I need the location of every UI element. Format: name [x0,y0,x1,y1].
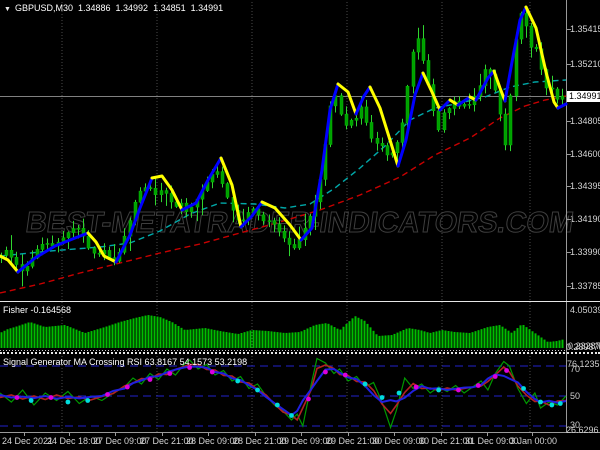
low-value: 1.34851 [153,3,186,13]
price-axis-label: 1.34395 [570,181,600,191]
price-axis-label: 1.33785 [570,281,600,291]
level-50-label: 50 [570,391,581,401]
price-axis-label: 1.34600 [570,149,600,159]
price-axis-label: 1.33990 [570,247,600,257]
time-axis-label: 29 Dec 09:00 [279,436,333,446]
fisher-indicator-window[interactable] [0,303,566,352]
level-70-label: 70 [570,364,581,374]
mt4-chart-window: ▼ GBPUSD,M30 1.34886 1.34992 1.34851 1.34991 … [0,0,600,450]
time-axis[interactable]: 24 Dec 2021 24 Dec 18:00 27 Dec 09:00 27 De… [0,435,600,450]
chart-ohlc-header: ▼ GBPUSD,M30 1.34886 1.34992 1.34851 1.34991 [4,3,228,13]
current-price-badge: 1.34991 [567,91,600,102]
price-axis-label: 1.35415 [570,24,600,34]
time-axis-label: 30 Dec 09:00 [372,436,426,446]
price-axis-label: 1.34805 [570,116,600,126]
watermark-text: BEST-METATRADER-INDICATORS.COM [23,207,576,240]
price-axis-label: 1.35210 [570,59,600,69]
fisher-min-label-overlap: 0.289876 [566,342,600,352]
fisher-max-label: 4.050394 [570,305,600,315]
window-separator[interactable] [0,301,600,302]
time-axis-label: 28 Dec 09:00 [186,436,240,446]
close-value: 1.34991 [190,3,224,13]
main-chart-window[interactable] [0,0,566,300]
fisher-title: Fisher -0.164568 [3,305,72,315]
symbol-dropdown-icon: ▼ [4,6,11,13]
open-value: 1.34886 [77,3,111,13]
signal-min-label: 26.6296 [566,425,599,435]
symbol-period-label: GBPUSD,M30 [14,3,73,13]
time-axis-label: 27 Dec 09:00 [93,436,147,446]
signal-title: Signal Generator MA Crossing RSI 63.8167… [3,357,248,367]
high-value: 1.34992 [115,3,149,13]
time-axis-label: 3 Jan 00:00 [510,436,558,446]
window-separator[interactable] [0,352,600,354]
time-axis-label: 24 Dec 2021 [2,436,54,446]
